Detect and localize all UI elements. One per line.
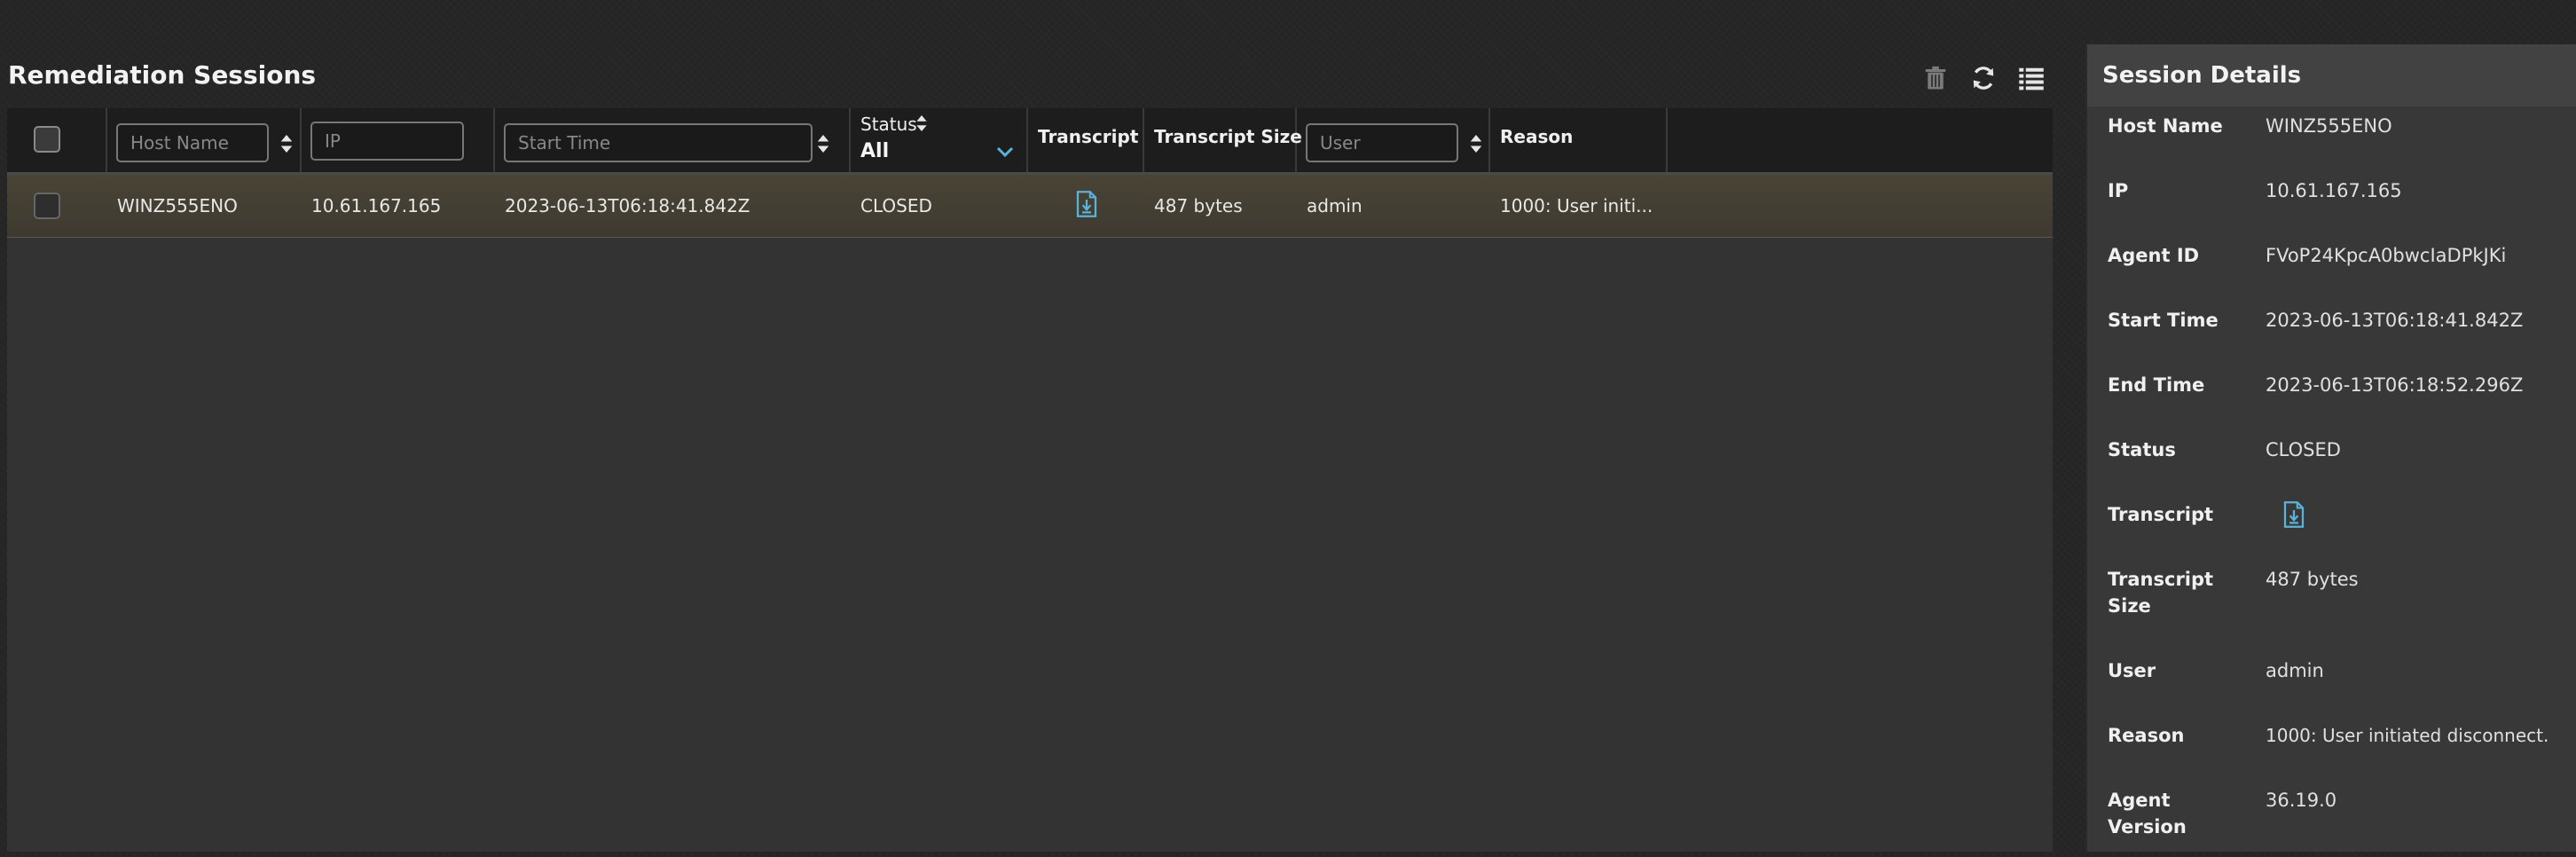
cell-transcript-size: 487 bytes <box>1154 195 1243 216</box>
header-select-all <box>7 108 107 172</box>
cell-user: admin <box>1307 195 1363 216</box>
detail-label: Start Time <box>2108 310 2219 331</box>
header-user <box>1297 108 1490 172</box>
detail-label: Transcript Size <box>2108 569 2214 617</box>
cell-ip: 10.61.167.165 <box>311 195 442 216</box>
detail-start-time: Start Time 2023-06-13T06:18:41.842Z <box>2108 307 2569 334</box>
cell-filler <box>1668 175 2053 237</box>
header-status[interactable]: Status All <box>851 108 1028 172</box>
detail-value: 487 bytes <box>2266 569 2359 590</box>
detail-label: User <box>2108 660 2156 681</box>
row-checkbox[interactable] <box>34 193 60 219</box>
detail-value: 2023-06-13T06:18:52.296Z <box>2266 374 2524 396</box>
cell-host-name: WINZ555ENO <box>117 195 238 216</box>
row-select-cell <box>7 175 107 237</box>
detail-user: User admin <box>2108 657 2569 684</box>
detail-host-name: Host Name WINZ555ENO <box>2108 113 2569 139</box>
sessions-grid: Status All Transcript Transcript Size <box>7 108 2053 852</box>
detail-value: 10.61.167.165 <box>2266 180 2402 201</box>
detail-label: End Time <box>2108 374 2205 396</box>
cell-transcript <box>1028 175 1144 237</box>
file-download-icon[interactable] <box>1074 190 1099 222</box>
sort-icon[interactable] <box>1470 135 1482 153</box>
cell-status: CLOSED <box>860 195 932 216</box>
columns-button[interactable] <box>2017 64 2046 92</box>
detail-value: FVoP24KpcA0bwcIaDPkJKi <box>2266 245 2507 266</box>
detail-agent-id: Agent ID FVoP24KpcA0bwcIaDPkJKi <box>2108 242 2569 269</box>
detail-value: WINZ555ENO <box>2266 115 2392 137</box>
detail-label: Host Name <box>2108 115 2223 137</box>
detail-value: 2023-06-13T06:18:41.842Z <box>2266 310 2524 331</box>
table-row[interactable]: WINZ555ENO 10.61.167.165 2023-06-13T06:1… <box>7 175 2053 238</box>
sort-icon[interactable] <box>916 115 927 131</box>
start-time-filter-input[interactable] <box>504 123 813 162</box>
status-column-label: Status <box>860 114 917 135</box>
header-ip <box>302 108 495 172</box>
delete-button[interactable] <box>1921 64 1950 92</box>
user-filter-input[interactable] <box>1306 123 1458 162</box>
file-download-icon[interactable] <box>2266 501 2306 535</box>
detail-transcript-size: Transcript Size 487 bytes <box>2108 566 2569 619</box>
detail-label: Agent Version <box>2108 790 2187 837</box>
grid-header: Status All Transcript Transcript Size <box>7 108 2053 175</box>
details-title: Session Details <box>2087 44 2576 106</box>
cell-reason: 1000: User initi... <box>1500 195 1653 216</box>
detail-reason: Reason 1000: User initiated disconnect. <box>2108 722 2569 749</box>
transcript-column-label: Transcript <box>1038 126 1139 147</box>
detail-transcript: Transcript <box>2108 501 2569 535</box>
host-name-filter-input[interactable] <box>116 123 269 162</box>
detail-value: admin <box>2266 660 2324 681</box>
detail-value: 36.19.0 <box>2266 790 2337 811</box>
detail-value: 1000: User initiated disconnect. <box>2266 725 2549 746</box>
header-transcript: Transcript <box>1028 108 1144 172</box>
detail-label: Agent ID <box>2108 245 2200 266</box>
header-reason: Reason <box>1490 108 1668 172</box>
sort-icon[interactable] <box>817 135 829 153</box>
header-start-time <box>495 108 851 172</box>
detail-end-time: End Time 2023-06-13T06:18:52.296Z <box>2108 372 2569 398</box>
session-details-panel: Session Details Host Name WINZ555ENO IP … <box>2085 44 2576 852</box>
detail-agent-version: Agent Version 36.19.0 <box>2108 787 2569 840</box>
detail-ip: IP 10.61.167.165 <box>2108 177 2569 204</box>
list-icon <box>2019 67 2044 90</box>
detail-value: CLOSED <box>2266 439 2341 460</box>
status-filter-value[interactable]: All <box>860 140 889 162</box>
reason-column-label: Reason <box>1500 126 1574 147</box>
main-panel: Remediation Sessions Host Name IP Start … <box>0 44 2054 852</box>
detail-label: IP <box>2108 180 2129 201</box>
trash-icon <box>1925 66 1946 90</box>
transcript-size-column-label: Transcript Size <box>1154 126 1302 147</box>
select-all-checkbox[interactable] <box>34 126 60 153</box>
detail-status: Status CLOSED <box>2108 436 2569 463</box>
detail-label: Transcript <box>2108 504 2214 525</box>
sort-icon[interactable] <box>280 135 293 153</box>
detail-label: Status <box>2108 439 2176 460</box>
header-host-name <box>107 108 302 172</box>
refresh-button[interactable] <box>1969 64 1998 92</box>
ip-filter-input[interactable] <box>310 122 464 161</box>
toolbar <box>1921 64 2046 92</box>
refresh-icon <box>1973 67 1994 90</box>
detail-label: Reason <box>2108 725 2185 746</box>
page-title: Remediation Sessions <box>8 60 317 90</box>
chevron-down-icon[interactable] <box>996 145 1014 158</box>
header-transcript-size: Transcript Size <box>1144 108 1302 172</box>
cell-start-time: 2023-06-13T06:18:41.842Z <box>505 195 750 216</box>
